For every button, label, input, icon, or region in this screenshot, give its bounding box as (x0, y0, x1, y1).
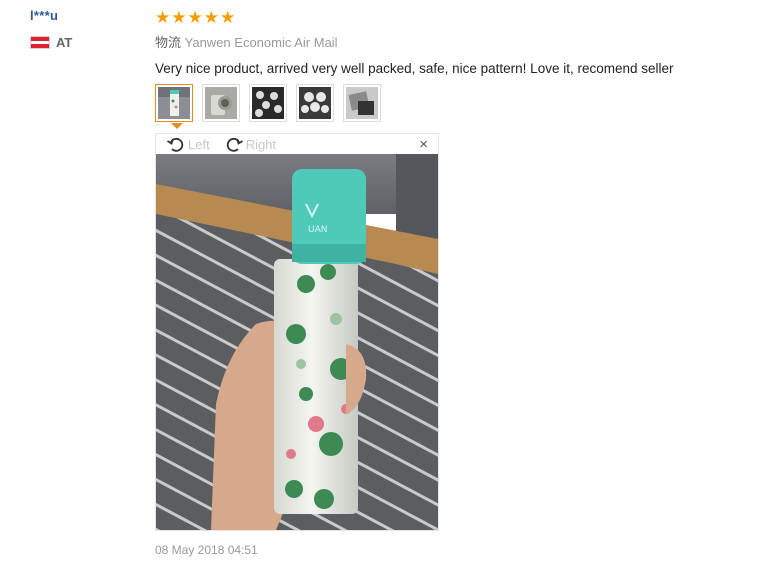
star-rating: ★ ★ ★ ★ ★ (155, 8, 745, 26)
bottle-photo-image: UAN (156, 154, 438, 530)
reviewer-info: l***u AT (30, 8, 140, 50)
reviewer-country: AT (30, 35, 140, 50)
thumb-bottle-hand-image (158, 87, 190, 119)
shipping-label: 物流 (155, 36, 182, 51)
thumb-pattern-closeup-image (252, 87, 284, 119)
review-thumbnails (155, 84, 381, 122)
close-viewer-button[interactable]: × (419, 136, 428, 153)
thumbnail-3[interactable] (249, 84, 287, 122)
image-viewer: Left Right × UAN (155, 133, 439, 531)
rotate-left-icon (167, 137, 184, 152)
bottle-logo-text: UAN (308, 225, 327, 235)
star-icon: ★ (155, 7, 171, 27)
rotate-right-label: Right (245, 136, 277, 152)
shipping-info: 物流 Yanwen Economic Air Mail (155, 32, 745, 51)
thumbnail-2[interactable] (202, 84, 240, 122)
thumb-pattern-hex-image (299, 87, 331, 119)
star-icon: ★ (203, 7, 219, 27)
rotate-right-button[interactable]: Right (224, 134, 276, 154)
reviewer-name: l***u (30, 8, 59, 23)
country-code: AT (56, 35, 73, 50)
review-content: ★ ★ ★ ★ ★ 物流 Yanwen Economic Air Mail Very n… (155, 8, 745, 77)
star-icon: ★ (187, 7, 203, 27)
review-photo: UAN (156, 154, 438, 530)
thumbnail-4[interactable] (296, 84, 334, 122)
thumbnail-5[interactable] (343, 84, 381, 122)
austria-flag-icon (30, 36, 50, 49)
rotate-left-button[interactable]: Left (166, 134, 210, 154)
rotate-left-label: Left (188, 136, 210, 152)
active-thumbnail-indicator (171, 123, 183, 129)
thumb-bottle-cup-image (205, 87, 237, 119)
thumbnail-1[interactable] (155, 84, 193, 122)
review-date: 08 May 2018 04:51 (155, 543, 258, 557)
star-icon: ★ (171, 7, 187, 27)
rotate-right-icon (226, 137, 243, 152)
viewer-toolbar: Left Right × (156, 134, 438, 154)
shipping-method: Yanwen Economic Air Mail (184, 35, 338, 50)
star-icon: ★ (220, 7, 236, 27)
review-text: Very nice product, arrived very well pac… (155, 61, 674, 76)
thumb-package-image (346, 87, 378, 119)
